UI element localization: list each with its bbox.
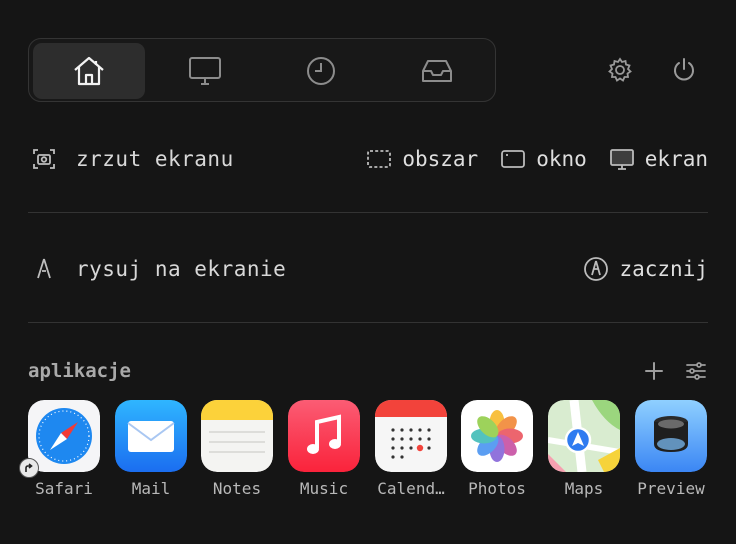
app-label: Music [299,479,349,498]
app-mail[interactable]: Mail [112,400,190,498]
tab-bar [28,38,496,102]
notes-icon [201,400,273,472]
maps-icon [548,400,620,472]
tab-display[interactable] [149,43,261,99]
tray-icon [422,60,452,82]
start-drawing-label: zacznij [619,257,708,281]
app-maps[interactable]: Maps [545,400,623,498]
gear-icon [608,57,632,82]
capture-window-label: okno [536,147,587,171]
preview-icon [635,400,707,472]
divider [28,212,708,213]
settings-button[interactable] [602,52,638,88]
pen-nib-icon [28,253,60,285]
dashed-rect-icon [367,150,392,168]
start-drawing-button[interactable]: zacznij [583,256,708,282]
tab-home[interactable] [33,43,145,99]
tab-inbox[interactable] [381,43,493,99]
window-icon [501,150,526,168]
draw-row: rysuj na ekranie zacznij [28,244,708,294]
app-music[interactable]: Music [285,400,363,498]
launcher-panel: zrzut ekranu obszar okno ekran rysuj na … [0,0,736,544]
monitor-icon [609,149,634,170]
app-photos[interactable]: Photos [458,400,536,498]
app-label: Calend… [377,479,445,498]
app-label: Mail [131,479,171,498]
monitor-icon [189,57,221,85]
alias-arrow-icon [19,458,39,478]
apps-header: aplikacje [28,356,708,386]
music-icon [288,400,360,472]
mail-icon [115,400,187,472]
app-label: Maps [564,479,604,498]
app-preview[interactable]: Preview [632,400,710,498]
power-icon [674,58,694,81]
tab-history[interactable] [265,43,377,99]
draw-label: rysuj na ekranie [76,257,287,281]
safari-icon [28,400,100,472]
app-label: Notes [212,479,262,498]
app-notes[interactable]: Notes [198,400,276,498]
app-label: Photos [468,479,526,498]
screenshot-row: zrzut ekranu obszar okno ekran [28,134,708,184]
photos-icon [461,400,533,472]
screenshot-label: zrzut ekranu [76,147,234,171]
clock-icon [307,57,335,85]
capture-screen-label: ekran [644,147,708,171]
app-label: Preview [637,479,705,498]
house-icon [74,56,104,86]
plus-icon[interactable] [642,359,666,383]
app-calendar[interactable]: Calend… [372,400,450,498]
capture-area-button[interactable]: obszar [366,146,478,172]
app-safari[interactable]: Safari [19,400,103,498]
apps-title: aplikacje [28,360,131,382]
capture-window-button[interactable]: okno [500,146,587,172]
capture-area-label: obszar [402,147,479,171]
calendar-icon [375,400,447,472]
sliders-icon[interactable] [684,359,708,383]
camera-icon [28,143,60,175]
app-label: Safari [35,479,93,498]
pen-circle-icon [584,257,609,281]
power-button[interactable] [666,52,702,88]
capture-screen-button[interactable]: ekran [609,146,708,172]
divider [28,322,708,323]
